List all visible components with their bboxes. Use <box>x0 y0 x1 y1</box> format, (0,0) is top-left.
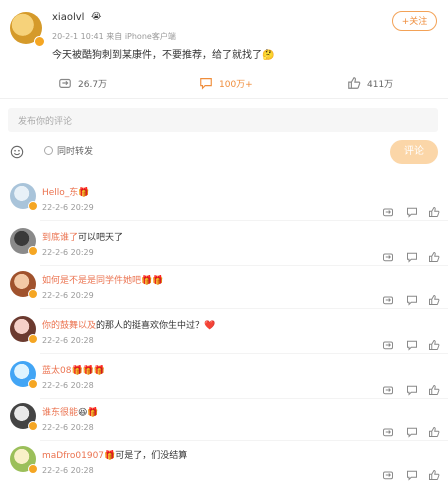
comment-icon <box>200 78 212 90</box>
comment-icon[interactable] <box>406 339 418 351</box>
thumbs-up-icon[interactable] <box>428 251 440 263</box>
comment-icon[interactable] <box>406 251 418 263</box>
comment-body: 😆🎁 <box>78 408 99 418</box>
comment-body: 🎁 <box>78 188 90 198</box>
vip-badge-icon <box>28 201 38 211</box>
comment-icon[interactable] <box>406 294 418 306</box>
thumbs-up-icon[interactable] <box>428 426 440 438</box>
comment-body: 🎁🎁 <box>141 276 164 286</box>
comment-time: 22-2-6 20:28 <box>42 381 94 390</box>
comment-text: maDfro01907🎁可是了，们没结算 <box>42 448 187 461</box>
comment-body: 🎁可是了，们没结算 <box>104 451 188 461</box>
repost-icon[interactable] <box>382 294 394 306</box>
comment-divider <box>40 265 448 266</box>
commenter-name[interactable]: 蓝太08 <box>42 366 71 376</box>
follow-button[interactable]: +关注 <box>392 11 437 31</box>
comment-body: 的那人的挺喜欢你生中过？❤️ <box>96 321 216 331</box>
repost-icon[interactable] <box>382 384 394 396</box>
commenter-name[interactable]: 如何是不是是同学件她吧 <box>42 276 141 286</box>
comment-text: 到底谁了可以吧天了 <box>42 230 123 243</box>
thumbs-up-icon[interactable] <box>428 339 440 351</box>
comment-time: 22-2-6 20:28 <box>42 423 94 432</box>
repost-count: 26.7万 <box>78 79 108 90</box>
vip-badge-icon <box>28 379 38 389</box>
post-author-name[interactable]: xiaolvl <box>52 12 84 23</box>
comment-icon[interactable] <box>406 384 418 396</box>
commenter-name[interactable]: 你的鼓舞以及 <box>42 321 96 331</box>
repost-label: 同时转发 <box>57 147 94 157</box>
comment-text: 如何是不是是同学件她吧🎁🎁 <box>42 273 163 286</box>
comment-icon[interactable] <box>406 206 418 218</box>
thumbs-up-icon[interactable] <box>428 294 440 306</box>
comment-icon[interactable] <box>406 469 418 481</box>
repost-icon[interactable] <box>382 206 394 218</box>
submit-comment-button[interactable]: 评论 <box>390 140 438 164</box>
comment-text: 谁东很能😆🎁 <box>42 405 99 418</box>
comment-divider <box>40 398 448 399</box>
comment-input[interactable] <box>8 108 438 132</box>
like-action[interactable]: 411万 <box>347 73 393 93</box>
comment-time: 22-2-6 20:29 <box>42 291 94 300</box>
comment-time: 22-2-6 20:29 <box>42 203 94 212</box>
vip-badge-icon <box>28 464 38 474</box>
comment-placeholder: 发布你的评论 <box>18 117 73 127</box>
vip-badge-icon <box>34 36 45 47</box>
comment-divider <box>40 353 448 354</box>
repost-icon[interactable] <box>382 469 394 481</box>
vip-badge-icon <box>28 334 38 344</box>
comment-divider <box>40 220 448 221</box>
repost-action[interactable]: 26.7万 <box>58 73 107 93</box>
repost-icon <box>59 78 71 88</box>
vip-badge-icon <box>28 289 38 299</box>
repost-checkbox[interactable] <box>44 146 53 155</box>
smiley-icon[interactable] <box>10 145 24 159</box>
thumbs-up-icon[interactable] <box>428 469 440 481</box>
comment-time: 22-2-6 20:29 <box>42 248 94 257</box>
commenter-name[interactable]: maDfro01907 <box>42 451 104 461</box>
comment-body: 🎁🎁🎁 <box>71 366 106 376</box>
comment-divider <box>40 440 448 441</box>
comment-text: Hello_东🎁 <box>42 185 90 198</box>
post-meta: 20-2-1 10:41 来自 iPhone客户端 <box>52 32 176 41</box>
like-count: 411万 <box>367 79 394 90</box>
divider <box>0 98 448 99</box>
comment-divider <box>40 308 448 309</box>
commenter-name[interactable]: 谁东很能 <box>42 408 78 418</box>
comment-action[interactable]: 100万+ <box>199 73 253 93</box>
thumbs-up-icon[interactable] <box>428 206 440 218</box>
commenter-name[interactable]: 到底谁了 <box>42 233 78 243</box>
comment-time: 22-2-6 20:28 <box>42 336 94 345</box>
comment-icon[interactable] <box>406 426 418 438</box>
thumbs-up-icon[interactable] <box>428 384 440 396</box>
repost-icon[interactable] <box>382 426 394 438</box>
comment-text: 你的鼓舞以及的那人的挺喜欢你生中过？❤️ <box>42 318 215 331</box>
comment-time: 22-2-6 20:28 <box>42 466 94 475</box>
comment-text: 蓝太08🎁🎁🎁 <box>42 363 105 376</box>
comment-count: 100万+ <box>219 79 253 90</box>
repost-icon[interactable] <box>382 339 394 351</box>
repost-icon[interactable] <box>382 251 394 263</box>
thumbs-up-icon <box>348 77 361 89</box>
vip-badge-icon <box>28 421 38 431</box>
author-emoji-icon: 😭 <box>91 12 102 22</box>
vip-badge-icon <box>28 246 38 256</box>
commenter-name[interactable]: Hello_东 <box>42 188 78 198</box>
comment-body: 可以吧天了 <box>78 233 124 243</box>
post-text: 今天被酷狗刺到某康件，不要推荐，给了就找了🤔 <box>52 50 275 61</box>
